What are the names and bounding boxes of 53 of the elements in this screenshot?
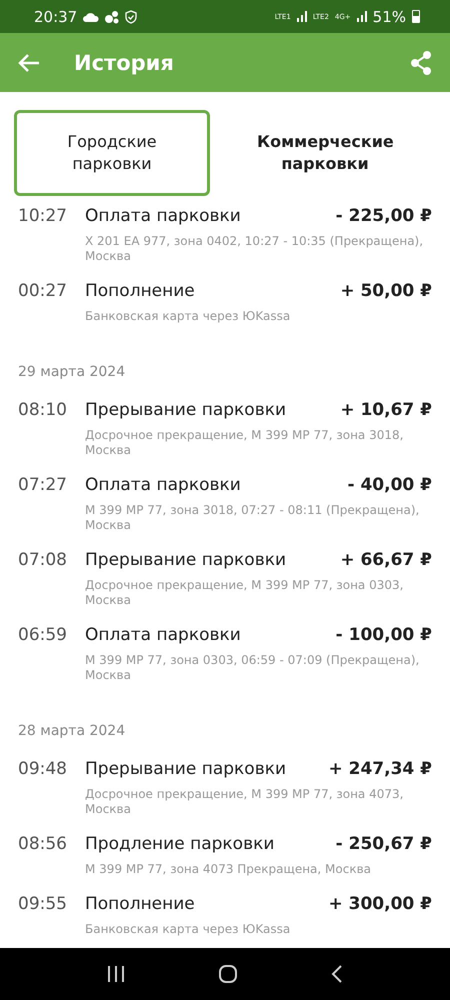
transaction-title: Прерывание парковки [85,399,288,422]
transaction-time: 09:55 [18,893,68,916]
transaction-amount: + 300,00 ₽ [328,893,432,916]
signal-icon [296,11,307,22]
transaction-time: 06:59 [18,624,68,647]
recent-apps-button[interactable] [106,966,125,982]
dots-icon [105,10,120,24]
transaction-amount: + 66,67 ₽ [340,549,432,572]
transaction-title: Оплата парковки [85,474,242,497]
transaction-amount: - 225,00 ₽ [336,205,432,228]
transaction-time: 08:10 [18,399,68,422]
transaction-time: 10:27 [18,205,68,228]
share-button[interactable] [410,50,432,74]
transaction-time: 07:27 [18,474,68,497]
back-button[interactable] [18,54,40,72]
transaction-details: Банковская карта через ЮKassa [85,922,292,937]
transaction-title: Оплата парковки [85,205,242,228]
tab[interactable]: Городские парковки [14,110,210,196]
transaction-title: Оплата парковки [85,624,242,647]
transaction-amount: - 40,00 ₽ [348,474,432,497]
transaction-details: Досрочное прекращение, М 399 МР 77, зона 3018, Москва [85,428,404,458]
transaction-details: М 399 МР 77, зона 4073 Прекращена, Москва [85,862,372,877]
date-heading: 28 марта 2024 [18,723,126,739]
transaction-details: Досрочное прекращение, М 399 МР 77, зона 0303, Москва [85,578,404,608]
transaction-title: Пополнение [85,280,196,303]
screen-title: История [74,50,175,74]
home-button[interactable] [218,964,238,984]
transaction-title: Продление парковки [85,833,276,856]
signal-icon [356,11,367,22]
back-nav-button[interactable] [331,964,344,984]
transaction-time: 07:08 [18,549,68,572]
transaction-details: М 399 МР 77, зона 0303, 06:59 - 07:09 (Прекращена), Москва [85,653,420,683]
transaction-amount: - 250,67 ₽ [336,833,432,856]
cloud-icon [83,12,100,22]
clock: 20:37 [34,8,78,26]
date-heading: 29 марта 2024 [18,364,126,380]
transaction-details: Банковская карта через ЮKassa [85,309,292,324]
transaction-amount: - 100,00 ₽ [336,624,432,647]
transaction-amount: + 10,67 ₽ [340,399,432,422]
transaction-amount: + 50,00 ₽ [340,280,432,303]
transaction-title: Пополнение [85,893,196,916]
transaction-title: Прерывание парковки [85,758,288,781]
transaction-amount: + 247,34 ₽ [328,758,432,781]
transaction-details: М 399 МР 77, зона 3018, 07:27 - 08:11 (Прекращена), Москва [85,503,420,533]
transaction-time: 09:48 [18,758,68,781]
transaction-time: 08:56 [18,833,68,856]
battery-icon [412,10,420,23]
transaction-details: Досрочное прекращение, М 399 МР 77, зона 4073, Москва [85,787,404,817]
transaction-title: Прерывание парковки [85,549,288,572]
shield-icon [125,10,138,24]
transaction-time: 00:27 [18,280,68,303]
transaction-details: Х 201 ЕА 977, зона 0402, 10:27 - 10:35 (Прекращена), Москва [85,234,424,264]
battery-percent: 51% [372,8,406,26]
